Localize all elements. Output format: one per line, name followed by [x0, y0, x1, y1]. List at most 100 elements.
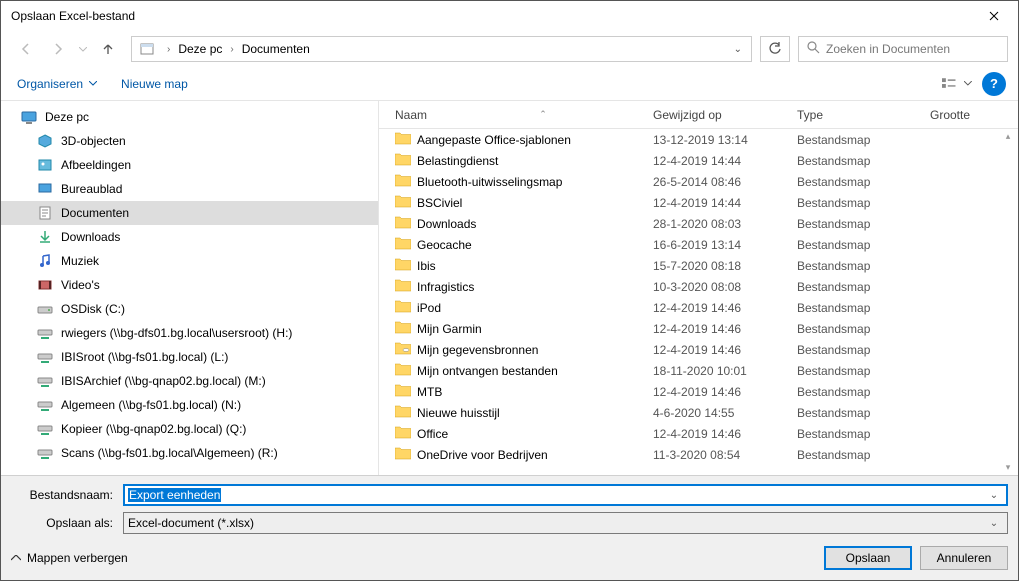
tree-item[interactable]: Muziek	[1, 249, 378, 273]
tree-root-this-pc[interactable]: Deze pc	[1, 105, 378, 129]
folder-icon	[395, 194, 411, 211]
close-button[interactable]	[972, 1, 1016, 31]
file-row[interactable]: Bluetooth-uitwisselingsmap26-5-2014 08:4…	[379, 171, 1018, 192]
tree-item[interactable]: Kopieer (\\bg-qnap02.bg.local) (Q:)	[1, 417, 378, 441]
file-row[interactable]: Mijn gegevensbronnen12-4-2019 14:46Besta…	[379, 339, 1018, 360]
file-modified: 18-11-2020 10:01	[653, 364, 797, 378]
tree-item-label: OSDisk (C:)	[61, 302, 125, 316]
tree-item[interactable]: rwiegers (\\bg-dfs01.bg.local\usersroot)…	[1, 321, 378, 345]
new-folder-label: Nieuwe map	[121, 77, 188, 91]
new-folder-button[interactable]: Nieuwe map	[117, 73, 192, 95]
folder-icon	[395, 257, 411, 274]
tree-item[interactable]: Scans (\\bg-fs01.bg.local\Algemeen) (R:)	[1, 441, 378, 465]
file-row[interactable]: BSCiviel12-4-2019 14:44Bestandsmap	[379, 192, 1018, 213]
saveas-dropdown[interactable]: ⌄	[985, 518, 1003, 529]
file-row[interactable]: Downloads28-1-2020 08:03Bestandsmap	[379, 213, 1018, 234]
tree-item-label: IBISArchief (\\bg-qnap02.bg.local) (M:)	[61, 374, 266, 388]
tree-item-icon	[37, 301, 53, 317]
file-row[interactable]: Office12-4-2019 14:46Bestandsmap	[379, 423, 1018, 444]
file-modified: 10-3-2020 08:08	[653, 280, 797, 294]
file-row[interactable]: Aangepaste Office-sjablonen13-12-2019 13…	[379, 129, 1018, 150]
tree-item[interactable]: Downloads	[1, 225, 378, 249]
file-row[interactable]: Infragistics10-3-2020 08:08Bestandsmap	[379, 276, 1018, 297]
file-rows[interactable]: ▴▾ Aangepaste Office-sjablonen13-12-2019…	[379, 129, 1018, 475]
folder-icon	[395, 278, 411, 295]
file-row[interactable]: Mijn Garmin12-4-2019 14:46Bestandsmap	[379, 318, 1018, 339]
column-name[interactable]: Naam ⌃	[395, 108, 653, 122]
tree-item[interactable]: IBISArchief (\\bg-qnap02.bg.local) (M:)	[1, 369, 378, 393]
tree-item[interactable]: OSDisk (C:)	[1, 297, 378, 321]
column-headers: Naam ⌃ Gewijzigd op Type Grootte	[379, 101, 1018, 129]
save-button[interactable]: Opslaan	[824, 546, 912, 570]
file-modified: 12-4-2019 14:46	[653, 343, 797, 357]
chevron-right-icon: ›	[224, 44, 239, 55]
computer-icon	[21, 109, 37, 125]
tree-item[interactable]: IBISroot (\\bg-fs01.bg.local) (L:)	[1, 345, 378, 369]
tree-item[interactable]: Video's	[1, 273, 378, 297]
filename-dropdown[interactable]: ⌄	[985, 490, 1003, 501]
file-name: Office	[417, 427, 448, 441]
file-row[interactable]: Belastingdienst 12-4-2019 14:44Bestandsma…	[379, 150, 1018, 171]
toolbar: Organiseren Nieuwe map ?	[1, 67, 1018, 101]
tree-item-icon	[37, 421, 53, 437]
file-row[interactable]: Geocache16-6-2019 13:14Bestandsmap	[379, 234, 1018, 255]
file-modified: 12-4-2019 14:46	[653, 322, 797, 336]
up-button[interactable]	[93, 35, 123, 63]
file-modified: 12-4-2019 14:44	[653, 154, 797, 168]
search-input[interactable]: Zoeken in Documenten	[798, 36, 1008, 62]
sort-asc-icon: ⌃	[539, 109, 547, 120]
file-type: Bestandsmap	[797, 175, 930, 189]
tree-item[interactable]: Algemeen (\\bg-fs01.bg.local) (N:)	[1, 393, 378, 417]
file-type: Bestandsmap	[797, 406, 930, 420]
cancel-button[interactable]: Annuleren	[920, 546, 1008, 570]
forward-button[interactable]	[43, 35, 73, 63]
file-modified: 11-3-2020 08:54	[653, 448, 797, 462]
saveas-select[interactable]: Excel-document (*.xlsx) ⌄	[123, 512, 1008, 534]
file-modified: 26-5-2014 08:46	[653, 175, 797, 189]
file-row[interactable]: iPod12-4-2019 14:46Bestandsmap	[379, 297, 1018, 318]
scrollbar[interactable]: ▴▾	[1000, 131, 1016, 473]
folder-icon	[395, 215, 411, 232]
file-row[interactable]: Ibis15-7-2020 08:18Bestandsmap	[379, 255, 1018, 276]
tree-item-label: Afbeeldingen	[61, 158, 131, 172]
refresh-button[interactable]	[760, 36, 790, 62]
column-type[interactable]: Type	[797, 108, 930, 122]
file-type: Bestandsmap	[797, 448, 930, 462]
filename-input[interactable]: Export eenheden ⌄	[123, 484, 1008, 506]
back-button[interactable]	[11, 35, 41, 63]
breadcrumb[interactable]: › Deze pc › Documenten ⌄	[131, 36, 752, 62]
filename-label: Bestandsnaam:	[11, 488, 123, 502]
hide-folders-label: Mappen verbergen	[27, 551, 128, 565]
recent-dropdown[interactable]	[75, 35, 91, 63]
help-button[interactable]: ?	[982, 72, 1006, 96]
breadcrumb-root[interactable]: Deze pc	[176, 42, 224, 56]
file-row[interactable]: OneDrive voor Bedrijven11-3-2020 08:54Be…	[379, 444, 1018, 465]
tree-item[interactable]: Afbeeldingen	[1, 153, 378, 177]
tree-item[interactable]: Documenten	[1, 201, 378, 225]
file-type: Bestandsmap	[797, 154, 930, 168]
hide-folders-toggle[interactable]: Mappen verbergen	[11, 551, 128, 565]
view-options-button[interactable]	[942, 72, 972, 96]
file-name: Mijn gegevensbronnen	[417, 343, 538, 357]
tree-item-icon	[37, 205, 53, 221]
file-row[interactable]: MTB12-4-2019 14:46Bestandsmap	[379, 381, 1018, 402]
navigation-tree[interactable]: Deze pc 3D-objecten Afbeeldingen Bureaubla…	[1, 101, 379, 475]
file-name: Mijn Garmin	[417, 322, 482, 336]
tree-item-icon	[37, 133, 53, 149]
saveas-row: Opslaan als: Excel-document (*.xlsx) ⌄	[11, 512, 1008, 534]
tree-item[interactable]: 3D-objecten	[1, 129, 378, 153]
organize-menu[interactable]: Organiseren	[13, 73, 101, 95]
file-name: Belastingdienst	[417, 154, 498, 168]
tree-item-label: Algemeen (\\bg-fs01.bg.local) (N:)	[61, 398, 241, 412]
breadcrumb-dropdown[interactable]: ⌄	[726, 44, 750, 55]
column-modified[interactable]: Gewijzigd op	[653, 108, 797, 122]
tree-item[interactable]: Bureaublad	[1, 177, 378, 201]
file-type: Bestandsmap	[797, 238, 930, 252]
breadcrumb-folder[interactable]: Documenten	[240, 42, 312, 56]
tree-item-icon	[37, 229, 53, 245]
file-row[interactable]: Mijn ontvangen bestanden18-11-2020 10:01…	[379, 360, 1018, 381]
column-size[interactable]: Grootte	[930, 108, 1018, 122]
file-row[interactable]: Nieuwe huisstijl4-6-2020 14:55Bestandsma…	[379, 402, 1018, 423]
chevron-down-icon	[964, 81, 972, 86]
tree-item-icon	[37, 253, 53, 269]
